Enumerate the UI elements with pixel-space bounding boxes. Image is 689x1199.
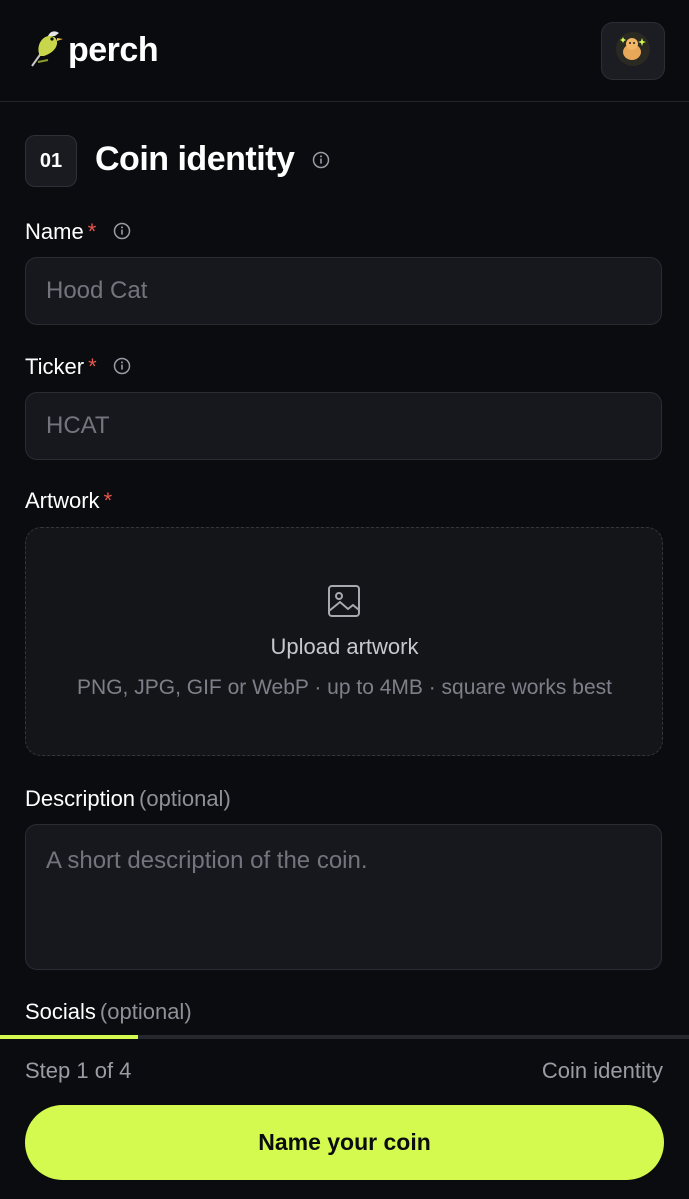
info-icon[interactable] bbox=[312, 151, 330, 174]
ticker-label-text: Ticker bbox=[25, 354, 85, 379]
step-counter: Step 1 of 4 bbox=[25, 1058, 132, 1083]
brand-logo[interactable]: perch bbox=[26, 26, 159, 75]
name-input[interactable] bbox=[26, 258, 661, 324]
app-header: perch bbox=[0, 0, 689, 102]
name-label: Name * bbox=[25, 219, 96, 245]
section-title: Coin identity bbox=[95, 140, 295, 179]
socials-label: Socials (optional) bbox=[25, 999, 192, 1025]
required-mark: * bbox=[88, 354, 97, 379]
avatar-icon bbox=[615, 31, 651, 72]
artwork-label-text: Artwork bbox=[25, 488, 100, 513]
ticker-field-container bbox=[25, 392, 662, 460]
description-label-text: Description bbox=[25, 786, 136, 811]
image-icon bbox=[327, 584, 361, 623]
description-textarea[interactable] bbox=[26, 825, 661, 969]
step-name: Coin identity bbox=[541, 1058, 663, 1083]
description-field-container bbox=[25, 824, 662, 970]
brand-name: perch bbox=[68, 31, 159, 69]
name-label-text: Name bbox=[25, 219, 84, 244]
name-field-container bbox=[25, 257, 662, 325]
socials-label-text: Socials bbox=[25, 999, 96, 1024]
name-your-coin-button[interactable]: Name your coin bbox=[25, 1105, 664, 1180]
progress-fill bbox=[0, 1035, 138, 1039]
step-number-badge: 01 bbox=[25, 135, 77, 187]
required-mark: * bbox=[87, 219, 97, 244]
info-icon[interactable] bbox=[113, 222, 131, 245]
optional-tag: (optional) bbox=[99, 999, 192, 1024]
required-mark: * bbox=[103, 488, 113, 513]
section-title-text: Coin identity bbox=[95, 140, 295, 178]
info-icon[interactable] bbox=[113, 357, 131, 380]
progress-bar bbox=[0, 1035, 689, 1039]
upload-hint: PNG, JPG, GIF or WebP · up to 4MB · squa… bbox=[77, 676, 612, 699]
ticker-input[interactable] bbox=[26, 393, 661, 459]
ticker-label: Ticker * bbox=[25, 354, 97, 380]
description-label: Description (optional) bbox=[25, 786, 231, 812]
avatar-button[interactable] bbox=[601, 22, 665, 80]
perch-logo-icon bbox=[26, 26, 66, 75]
upload-title: Upload artwork bbox=[270, 634, 419, 659]
optional-tag: (optional) bbox=[139, 786, 231, 811]
artwork-label: Artwork * bbox=[25, 488, 112, 514]
